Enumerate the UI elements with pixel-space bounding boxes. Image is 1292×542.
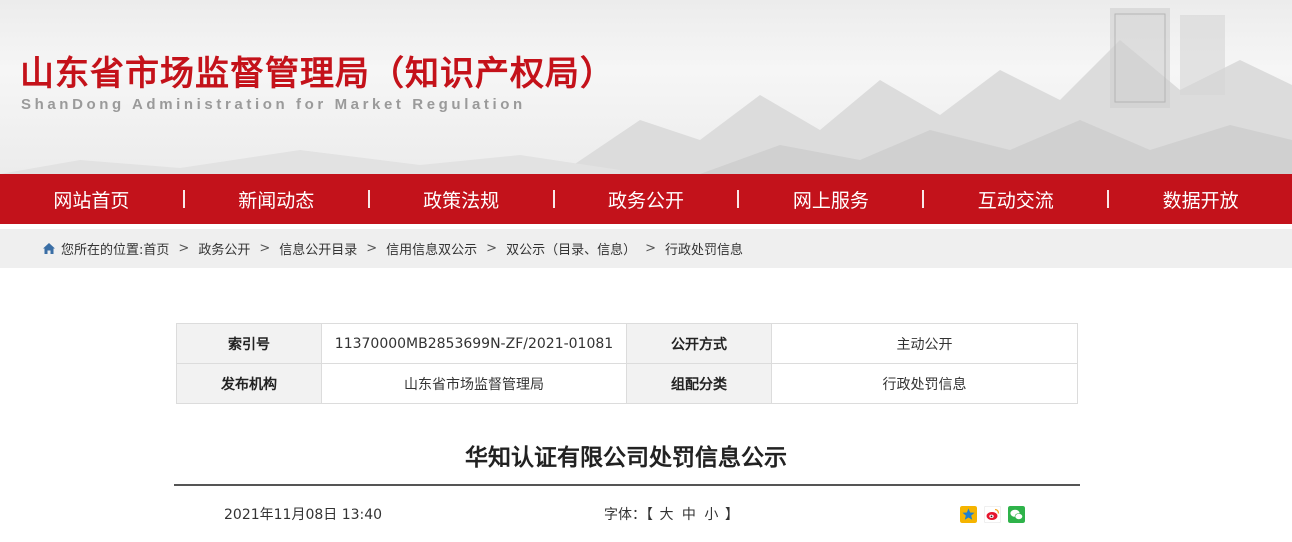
breadcrumb-separator: > [645,241,656,256]
category-label: 组配分类 [626,363,772,404]
title-divider [174,484,1080,486]
site-subtitle: ShanDong Administration for Market Regul… [21,96,526,113]
nav-item-home[interactable]: 网站首页 [0,186,183,213]
nav-item-gov-affairs[interactable]: 政务公开 [555,186,738,213]
nav-divider [737,190,740,208]
publisher-value: 山东省市场监督管理局 [321,363,627,404]
nav-item-policy[interactable]: 政策法规 [370,186,553,213]
document-info-table: 索引号 11370000MB2853699N-ZF/2021-01081 公开方… [176,323,1078,404]
breadcrumb-link-credit-info[interactable]: 信用信息双公示 [386,239,477,258]
breadcrumb-prefix: 您所在的位置: [61,243,144,258]
breadcrumb-separator: > [259,241,271,256]
nav-divider [367,190,370,208]
site-title: 山东省市场监督管理局（知识产权局） [20,54,615,94]
main-nav: 网站首页 新闻动态 政策法规 政务公开 网上服务 互动交流 数据开放 [0,174,1292,224]
nav-item-open-data[interactable]: 数据开放 [1109,186,1292,213]
nav-divider [1107,190,1110,208]
breadcrumb-separator: > [486,241,498,256]
breadcrumb-link-gov-affairs[interactable]: 政务公开 [198,239,250,258]
article-title: 华知认证有限公司处罚信息公示 [465,445,787,471]
breadcrumb-link-double-publicity[interactable]: 双公示（目录、信息） [506,239,636,258]
category-value: 行政处罚信息 [771,363,1078,404]
font-size-bracket: 】 [724,507,739,523]
breadcrumb-separator: > [366,241,378,256]
breadcrumb-link-info-catalog[interactable]: 信息公开目录 [279,239,357,258]
home-icon [43,243,55,254]
nav-divider [922,190,925,208]
breadcrumb: 您所在的位置: 首页 > 政务公开 > 信息公开目录 > 信用信息双公示 > 双… [0,229,1292,268]
open-method-value: 主动公开 [771,323,1078,364]
weibo-icon[interactable] [984,506,1001,523]
table-row: 发布机构 山东省市场监督管理局 组配分类 行政处罚信息 [176,363,1078,404]
font-size-label: 字体：【 [604,507,653,523]
publisher-label: 发布机构 [176,363,322,404]
nav-item-online-service[interactable]: 网上服务 [739,186,922,213]
nav-item-news[interactable]: 新闻动态 [185,186,368,213]
font-size-large-button[interactable]: 大 [659,507,673,523]
open-method-label: 公开方式 [626,323,772,364]
breadcrumb-separator: > [178,241,190,256]
font-size-small-button[interactable]: 小 [704,507,718,523]
table-row: 索引号 11370000MB2853699N-ZF/2021-01081 公开方… [176,323,1078,364]
index-label: 索引号 [176,323,322,364]
nav-divider [182,190,185,208]
index-value: 11370000MB2853699N-ZF/2021-01081 [321,323,627,364]
nav-divider [552,190,555,208]
publish-date: 2021年11月08日 13:40 [224,507,383,523]
share-buttons [960,506,1025,523]
nav-item-interaction[interactable]: 互动交流 [924,186,1107,213]
font-size-medium-button[interactable]: 中 [682,507,696,523]
font-size-control: 字体：【 大 中 小 】 [604,504,739,524]
breadcrumb-link-home[interactable]: 首页 [143,239,169,258]
breadcrumb-link-penalty-info[interactable]: 行政处罚信息 [665,239,743,258]
site-banner: 山东省市场监督管理局（知识产权局） ShanDong Administratio… [0,0,1292,174]
wechat-icon[interactable] [1008,506,1025,523]
qzone-icon[interactable] [960,506,977,523]
